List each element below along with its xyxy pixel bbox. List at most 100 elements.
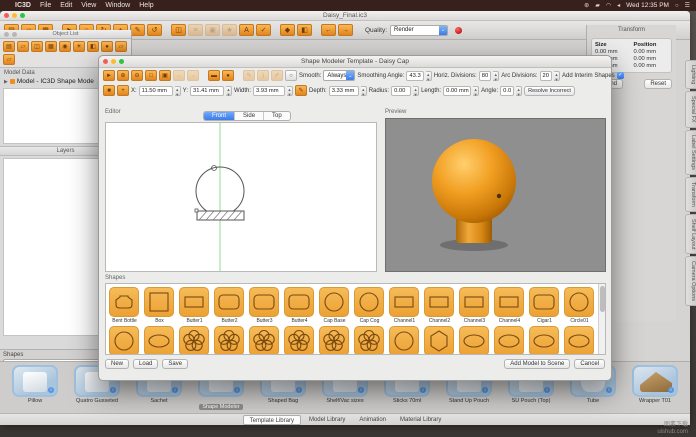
menubar-clock[interactable]: Wed 12:35 PM [626, 2, 669, 9]
width-field[interactable]: 3.93 mm [253, 86, 285, 96]
menu-item-window[interactable]: Window [105, 2, 130, 9]
shape-tile[interactable] [109, 326, 139, 355]
shape-tile-butter4[interactable] [284, 287, 314, 317]
shape-tile-channel4[interactable] [494, 287, 524, 317]
pen-tool-icon[interactable]: ✎ [243, 70, 255, 81]
shape-tile-channel3[interactable] [459, 287, 489, 317]
draw-icon[interactable]: ✎ [130, 24, 145, 36]
group-icon[interactable]: ▱ [17, 41, 29, 52]
duplicate-icon[interactable]: ◫ [31, 41, 43, 52]
shape-tile[interactable] [494, 326, 524, 355]
dialog-close-button[interactable] [103, 59, 108, 64]
menu-item-help[interactable]: Help [139, 2, 153, 9]
brush-icon[interactable]: ✎ [295, 85, 307, 96]
library-item-pillow[interactable]: iPillow [4, 365, 66, 415]
tab-material-library[interactable]: Material Library [394, 415, 447, 425]
spotlight-search-icon[interactable]: ○ [675, 3, 679, 9]
align-icon[interactable]: ▣ [205, 24, 220, 36]
side-tab-shelf-layout[interactable]: Shelf Layout [685, 214, 696, 255]
quality-select[interactable]: Render⌄ [390, 25, 448, 36]
dialog-zoom-button[interactable] [119, 59, 124, 64]
view-tab-top[interactable]: Top [264, 112, 290, 120]
material-icon[interactable]: ◆ [280, 24, 295, 36]
menu-item-edit[interactable]: Edit [60, 2, 72, 9]
shape-tile[interactable] [459, 326, 489, 355]
forward-icon[interactable]: → [338, 24, 353, 36]
menu-item-file[interactable]: File [40, 2, 51, 9]
info-badge-icon[interactable]: i [234, 387, 240, 393]
arc-divisions-field[interactable]: 20 [540, 71, 552, 81]
smooth-select[interactable]: Always⌄ [323, 70, 355, 81]
star-icon[interactable]: ★ [222, 24, 237, 36]
shape-tile[interactable] [389, 326, 419, 355]
y-field[interactable]: 31.41 mm [190, 86, 224, 96]
pan-right-icon[interactable]: → [187, 70, 199, 81]
stepper[interactable]: ▲▼ [226, 86, 232, 96]
stepper[interactable]: ▲▼ [413, 86, 419, 96]
reset-button[interactable]: Reset [644, 79, 672, 89]
save-button[interactable]: Save [162, 359, 188, 369]
select-arrow-icon[interactable]: ► [103, 70, 115, 81]
menu-item-ic3d[interactable]: IC3D [15, 2, 31, 9]
shape-tile[interactable] [249, 326, 279, 355]
shape-tile-box[interactable] [144, 287, 174, 317]
side-tab-camera-options[interactable]: Camera Options [685, 256, 696, 306]
smoothing-angle-field[interactable]: 43.3 [406, 71, 423, 81]
tab-animation[interactable]: Animation [353, 415, 392, 425]
folder-icon[interactable]: ▱ [115, 41, 127, 52]
stepper[interactable]: ▲▼ [473, 86, 479, 96]
info-badge-icon[interactable]: i [358, 387, 364, 393]
point-tool-icon[interactable]: ● [222, 70, 234, 81]
view-tab-side[interactable]: Side [235, 112, 264, 120]
shape-tile-butter2[interactable] [214, 287, 244, 317]
stepper[interactable]: ▲▼ [426, 71, 432, 81]
main-window-titlebar[interactable]: Daisy_Final.ic3 [0, 11, 690, 21]
battery-icon[interactable]: ▰ [595, 2, 600, 9]
folder2-icon[interactable]: ▱ [3, 54, 15, 65]
zoom-in-icon[interactable]: ⊕ [117, 70, 129, 81]
resolve-incorrect-button[interactable]: Resolve Incorrect [524, 86, 575, 96]
zoom-out-icon[interactable]: ⊖ [131, 70, 143, 81]
preview-viewport[interactable] [385, 118, 606, 272]
text-icon[interactable]: A [239, 24, 254, 36]
camera-icon[interactable]: ◉ [59, 41, 71, 52]
length-field[interactable]: 0.00 mm [443, 86, 471, 96]
shape-tile[interactable] [529, 326, 559, 355]
volume-icon[interactable]: ◂ [617, 2, 620, 9]
stepper[interactable]: ▲▼ [175, 86, 181, 96]
record-icon[interactable] [455, 27, 462, 34]
shape-tile-butter3[interactable] [249, 287, 279, 317]
side-tab-label-settings[interactable]: Label Settings [685, 130, 696, 175]
control-center-icon[interactable]: ☰ [685, 2, 690, 9]
info-badge-icon[interactable]: i [48, 387, 54, 393]
angle-field[interactable]: 0.0 [500, 86, 514, 96]
disclosure-triangle-icon[interactable]: ▶ [4, 79, 8, 85]
shape-tile-channel1[interactable] [389, 287, 419, 317]
eye-icon[interactable]: ● [101, 41, 113, 52]
hand-icon[interactable]: ✓ [256, 24, 271, 36]
dialog-minimize-button[interactable] [111, 59, 116, 64]
side-tab-special-fx[interactable]: Special FX [685, 91, 696, 128]
shape-tile[interactable] [564, 326, 594, 355]
view-tab-front[interactable]: Front [204, 112, 235, 120]
add-model-to-scene-button[interactable]: Add Model to Scene [504, 359, 570, 369]
shape-fill-icon[interactable]: ■ [103, 85, 115, 96]
load-button[interactable]: Load [133, 359, 158, 369]
shape-tile[interactable] [354, 326, 384, 355]
lock-icon[interactable]: ◧ [87, 41, 99, 52]
add-object-icon[interactable]: ▤ [3, 41, 15, 52]
mesh-icon[interactable]: ▦ [45, 41, 57, 52]
add-point-icon[interactable]: + [117, 85, 129, 96]
info-badge-icon[interactable]: i [544, 387, 550, 393]
stepper[interactable]: ▲▼ [493, 71, 499, 81]
shape-tile[interactable] [424, 326, 454, 355]
info-badge-icon[interactable]: i [482, 387, 488, 393]
render-settings-icon[interactable]: ◧ [297, 24, 312, 36]
library-thumbnail[interactable]: i [12, 365, 58, 397]
depth-field[interactable]: 3.33 mm [329, 86, 359, 96]
info-badge-icon[interactable]: i [606, 387, 612, 393]
shape-tile-circle01[interactable] [564, 287, 594, 317]
measure-icon[interactable]: ≡ [188, 24, 203, 36]
shape-tile-bent-bottle[interactable] [109, 287, 139, 317]
smooth-toggle-icon[interactable]: ○ [285, 70, 297, 81]
